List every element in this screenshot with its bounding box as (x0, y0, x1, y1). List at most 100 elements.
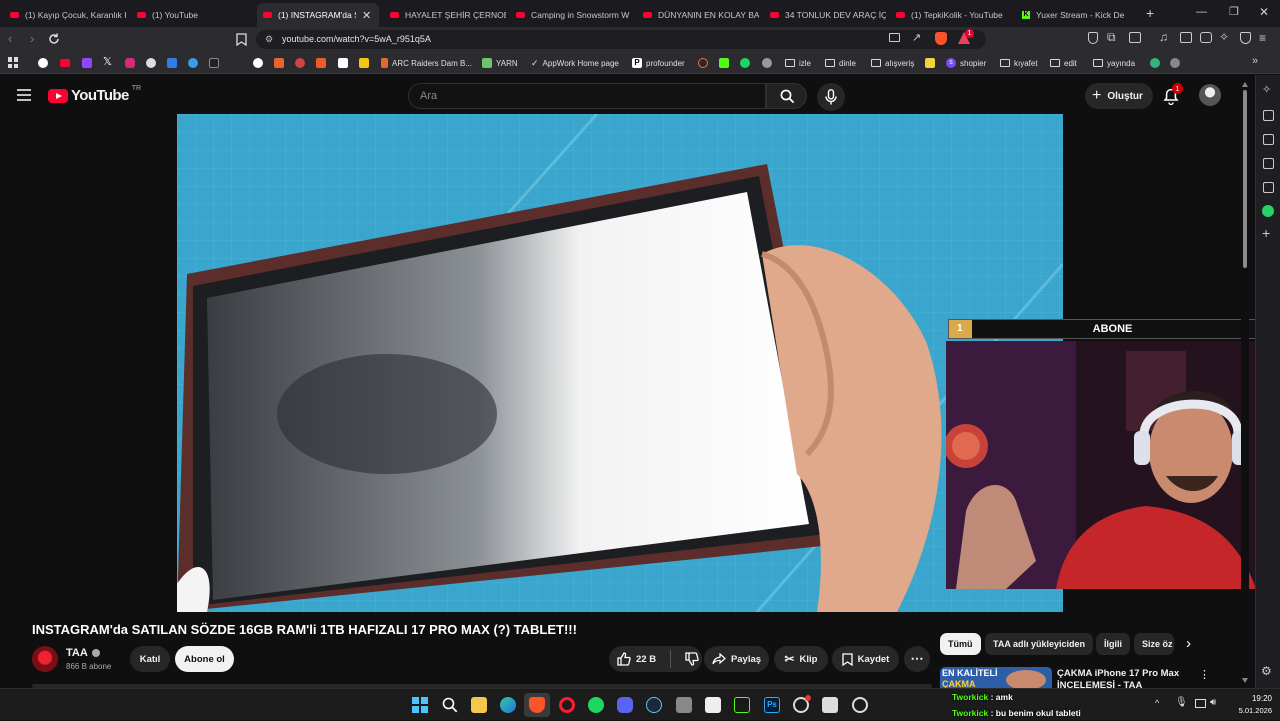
brave-shields-icon[interactable] (935, 32, 947, 45)
browser-tab[interactable]: 34 TONLUK DEV ARAÇ İÇ (764, 3, 886, 27)
thumbs-down-icon[interactable] (685, 652, 699, 666)
bookmark-favicon[interactable] (1150, 58, 1160, 68)
leo-sidebar-icon[interactable]: ✧ (1262, 83, 1271, 96)
bookmark-folder[interactable]: yayında (1093, 52, 1135, 74)
browser-tab[interactable]: HAYALET ŞEHİR ÇERNOBİ (384, 3, 506, 27)
bookmark-favicon[interactable] (1170, 58, 1180, 68)
file-explorer-icon[interactable] (471, 697, 487, 713)
video-player[interactable] (177, 114, 1063, 612)
subscribe-button[interactable]: Abone ol (175, 646, 234, 672)
bookmark-item[interactable]: ✓ AppWork Home page (531, 52, 619, 74)
like-button[interactable]: 22 B (617, 652, 656, 666)
bookmark-favicon[interactable] (188, 58, 198, 68)
spotify-bookmark-icon[interactable] (740, 58, 750, 68)
close-tab-icon[interactable]: ✕ (362, 9, 371, 22)
voice-search-button[interactable] (817, 83, 845, 111)
bookmark-favicon[interactable] (925, 58, 935, 68)
url-field[interactable]: ⚙ youtube.com/watch?v=5wA_r951q5A (256, 30, 986, 49)
chip-related[interactable]: İlgili (1096, 633, 1130, 655)
sidebar-toggle-icon[interactable] (1180, 32, 1192, 43)
bookmark-favicon[interactable] (762, 58, 772, 68)
chip-from-uploader[interactable]: TAA adlı yükleyiciden (985, 633, 1094, 655)
kick-bookmark-icon[interactable] (719, 58, 729, 68)
create-button[interactable]: + Oluştur (1085, 83, 1153, 109)
share-button[interactable]: Paylaş (704, 646, 769, 672)
browser-tab[interactable]: (1) TepkiKolik - YouTube (890, 3, 1012, 27)
browser-tab[interactable]: (1) Kayıp Çocuk, Karanlık H (4, 3, 126, 27)
bookmark-item[interactable]: YARN (482, 52, 518, 74)
bookmark-item[interactable]: P profounder (632, 52, 685, 74)
clip-button[interactable]: ✂ Klip (774, 646, 828, 672)
hamburger-menu-icon[interactable] (17, 89, 31, 101)
bookmark-folder[interactable]: edit (1050, 52, 1077, 74)
search-input[interactable]: Ara (408, 83, 766, 109)
bookmark-favicon[interactable] (295, 58, 305, 68)
forward-icon[interactable]: › (30, 31, 34, 46)
apps-grid-icon[interactable] (8, 57, 19, 68)
shield-icon[interactable] (1240, 32, 1251, 44)
add-panel-icon[interactable]: + (1262, 225, 1270, 241)
chip-for-you[interactable]: Size öz (1134, 633, 1174, 655)
new-tab-icon[interactable]: + (1146, 5, 1154, 21)
github-icon[interactable] (146, 58, 156, 68)
chips-next-icon[interactable]: › (1186, 635, 1191, 652)
photoshop-icon[interactable]: Ps (764, 697, 780, 713)
snipping-tool-icon[interactable] (822, 697, 838, 713)
clock-date[interactable]: 5.01.2026 (1224, 706, 1272, 715)
wallet-panel-icon[interactable] (1200, 32, 1212, 43)
scroll-up-icon[interactable] (1242, 82, 1248, 87)
search-button[interactable] (766, 83, 807, 109)
app-icon[interactable] (852, 697, 868, 713)
twitch-icon[interactable] (82, 58, 92, 68)
steam-icon[interactable] (646, 697, 662, 713)
user-avatar[interactable] (1199, 84, 1221, 106)
recommended-thumbnail[interactable]: EN KALİTELİ ÇAKMA (940, 667, 1052, 689)
channel-avatar[interactable] (32, 646, 58, 672)
leo-ai-icon[interactable]: ✧ (1219, 30, 1229, 44)
save-button[interactable]: Kaydet (832, 646, 899, 672)
wallet-icon[interactable] (1129, 32, 1141, 43)
instagram-icon[interactable] (125, 58, 135, 68)
browser-tab[interactable]: DÜNYANIN EN KOLAY BA (637, 3, 759, 27)
media-icon[interactable]: ♫ (1159, 30, 1168, 44)
taskbar-search-icon[interactable] (442, 697, 458, 713)
more-actions-button[interactable]: ⋯ (904, 646, 930, 672)
bookmark-favicon[interactable] (316, 58, 326, 68)
extensions-icon[interactable]: ⧉ (1107, 30, 1116, 45)
google-icon[interactable] (38, 58, 48, 68)
bookmark-favicon[interactable] (167, 58, 177, 68)
bookmark-favicon[interactable] (698, 58, 708, 68)
browser-tab[interactable]: Camping in Snowstorm W (510, 3, 632, 27)
system-tray-expand-icon[interactable]: ^ (1155, 698, 1159, 708)
bookmark-folder[interactable]: alışveriş (871, 52, 914, 74)
youtube-logo[interactable]: YouTube TR (48, 85, 141, 104)
bookmark-favicon[interactable] (338, 58, 348, 68)
calculator-icon[interactable] (676, 697, 692, 713)
close-window-icon[interactable]: ✕ (1259, 5, 1269, 19)
sidebar-settings-icon[interactable]: ⚙ (1261, 664, 1272, 678)
join-button[interactable]: Katıl (130, 646, 170, 672)
reading-list-icon[interactable] (1263, 110, 1274, 121)
clock-time[interactable]: 19:20 (1232, 694, 1272, 703)
monitor-tray-icon[interactable] (1195, 699, 1206, 708)
channel-name-row[interactable]: TAA (66, 647, 100, 659)
bookmark-favicon[interactable] (209, 58, 219, 68)
restore-icon[interactable]: ❐ (1229, 5, 1239, 18)
vpn-shield-icon[interactable] (1088, 32, 1098, 44)
chip-all[interactable]: Tümü (940, 633, 981, 655)
minimize-icon[interactable]: — (1196, 6, 1207, 18)
opera-icon[interactable] (559, 697, 575, 713)
whatsapp-icon[interactable] (1262, 205, 1274, 217)
browser-tab[interactable]: K Yuxer Stream - Kick De (1016, 3, 1138, 27)
more-bookmarks-icon[interactable]: » (1252, 55, 1258, 67)
discord-icon[interactable] (617, 697, 633, 713)
brave-taskbar-icon[interactable] (529, 697, 545, 713)
bookmark-item[interactable]: s shopier (946, 52, 986, 74)
bookmark-favicon[interactable] (359, 58, 369, 68)
share-page-icon[interactable]: ↗ (912, 31, 921, 44)
menu-icon[interactable]: ≡ (1259, 31, 1266, 45)
bookmark-folder[interactable]: kıyafet (1000, 52, 1038, 74)
scrollbar-thumb[interactable] (1243, 90, 1247, 268)
reload-icon[interactable] (47, 32, 61, 46)
windows-start-icon[interactable] (412, 697, 428, 713)
